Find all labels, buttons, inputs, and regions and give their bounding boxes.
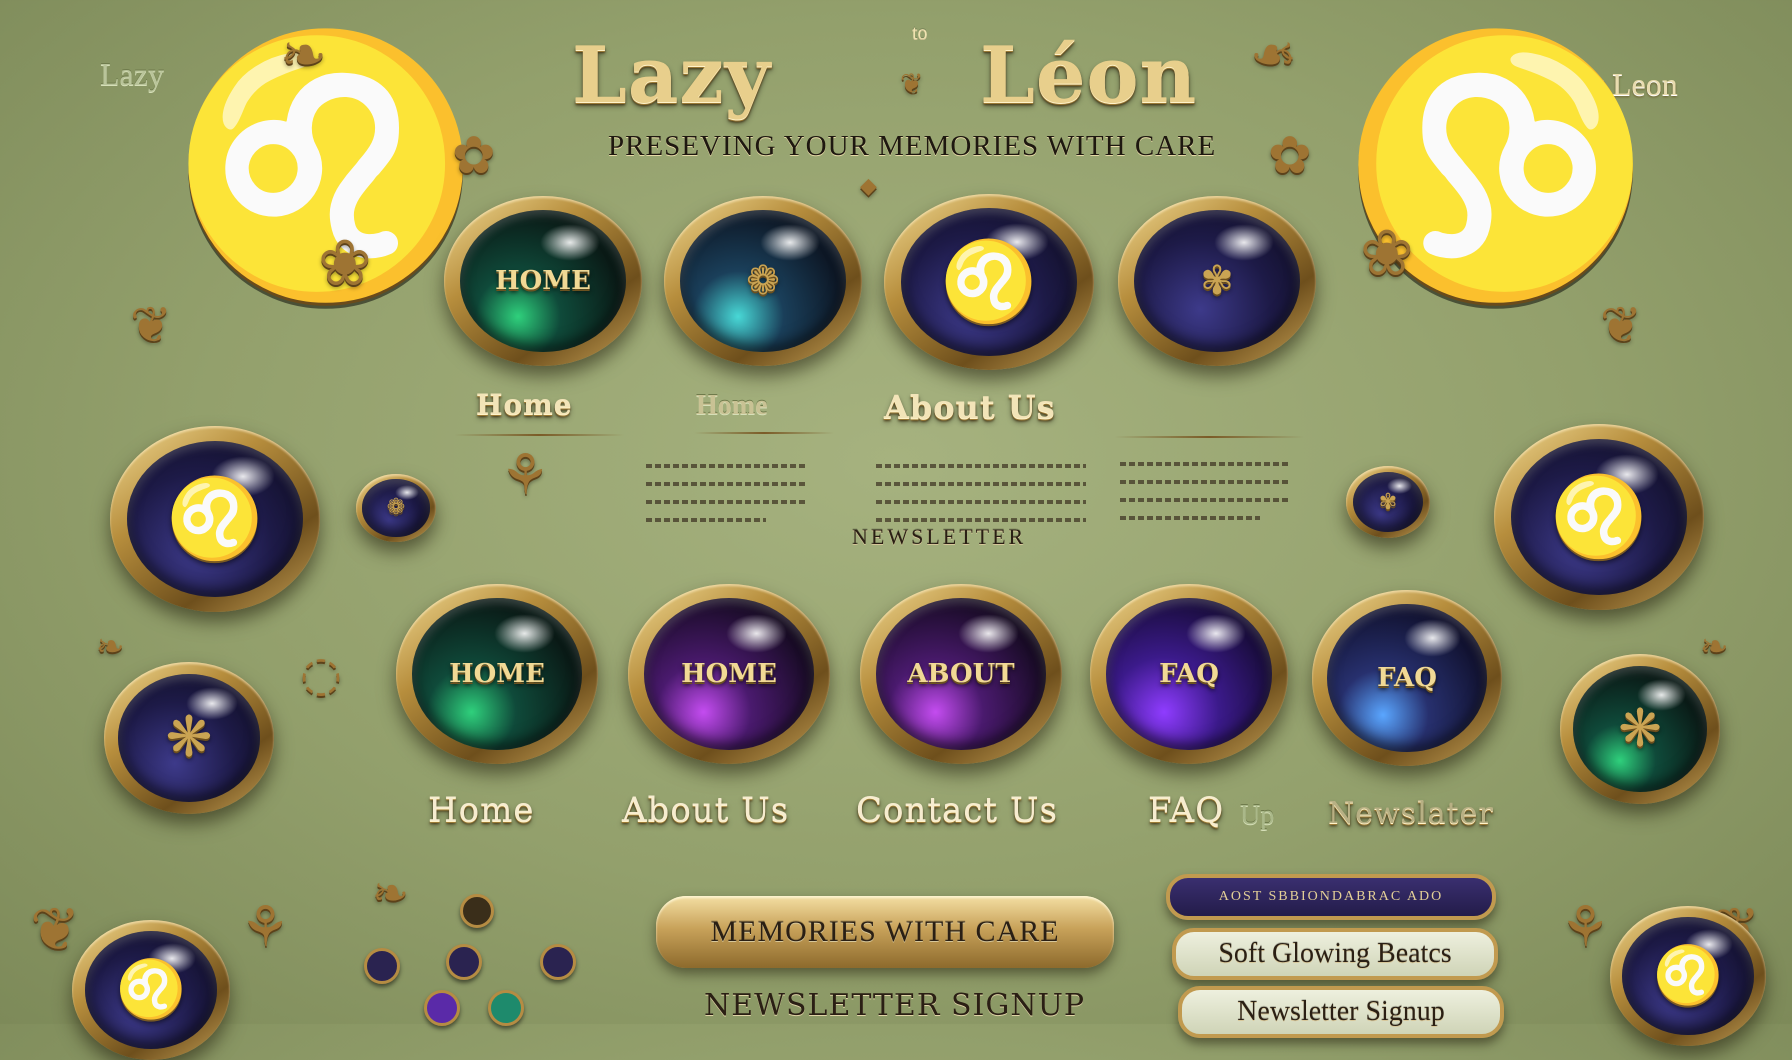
bottom-nav-contact[interactable]: Contact Us xyxy=(856,790,1058,830)
newsletter-signup-plaque-text: Newsletter Signup xyxy=(1237,996,1445,1027)
nav-orb-faq-bottom[interactable]: FAQ xyxy=(1090,584,1288,764)
site-title-left: Lazy xyxy=(572,30,771,121)
lion-medallion-bottom-right[interactable]: ♌ xyxy=(1610,906,1766,1046)
top-nav-home-1[interactable]: Home xyxy=(476,388,573,421)
flourish-left-top-icon: ❧ xyxy=(280,23,327,88)
nav-orb-4-top[interactable]: ✾ xyxy=(1118,196,1316,366)
emblem-icon: ✾ xyxy=(1378,489,1398,515)
lion-medallion-right[interactable]: ♌ xyxy=(1494,424,1704,610)
soft-glowing-plaque-text: Soft Glowing Beatcs xyxy=(1218,938,1452,969)
lion-medallion-bottom-left[interactable]: ♌ xyxy=(72,920,230,1060)
text-block-3 xyxy=(1120,454,1290,534)
flower-left-icon: ✿ xyxy=(452,126,496,186)
flourish-plant-right-icon: ⚘ xyxy=(1560,895,1611,960)
dark-info-plaque[interactable]: Aost Sbbiondabrac Ado xyxy=(1166,874,1496,920)
gem-dot-1 xyxy=(364,948,400,984)
flourish-small-left-icon: ❧ xyxy=(96,627,125,667)
flower-left-low-icon: ❀ xyxy=(318,227,372,301)
emblem-medallion-right[interactable]: ❋ xyxy=(1560,654,1720,804)
nav-orb-faq-bottom-label: FAQ xyxy=(1159,659,1219,689)
emblem-icon: ❋ xyxy=(1618,699,1662,759)
lion-face-icon: ♌ xyxy=(940,236,1038,327)
flower-right-low-icon: ❀ xyxy=(1360,217,1414,291)
flower-right-icon: ✿ xyxy=(1268,126,1312,186)
bottom-nav-newsletter[interactable]: Newslater xyxy=(1328,796,1494,831)
emblem-medallion-left[interactable]: ❋ xyxy=(104,662,274,814)
flourish-right-top-icon: ❧ xyxy=(1250,23,1297,88)
corner-logo-left: Lazy xyxy=(100,56,164,92)
lion-medallion-left[interactable]: ♌ xyxy=(110,426,320,612)
emblem-icon: ❁ xyxy=(746,257,780,304)
memories-plaque-text: Memories with Care xyxy=(710,915,1060,948)
gem-dot-5 xyxy=(424,990,460,1026)
divider-1 xyxy=(454,434,624,436)
emblem-icon: ✾ xyxy=(1200,257,1234,304)
nav-orb-home-bottom-label: HOME xyxy=(449,659,545,689)
gem-dot-2 xyxy=(446,944,482,980)
text-block-1 xyxy=(646,456,806,536)
title-ornament-icon: ❦ xyxy=(900,67,924,100)
bottom-nav-about[interactable]: About Us xyxy=(622,790,789,830)
small-badge-right[interactable]: ✾ xyxy=(1346,466,1430,538)
lion-face-icon: ♌ xyxy=(116,957,186,1022)
newsletter-signup-left[interactable]: Newsletter Signup xyxy=(704,988,1085,1023)
gem-dot-4 xyxy=(460,894,494,928)
top-nav-about[interactable]: About Us xyxy=(884,388,1056,426)
memories-plaque[interactable]: Memories with Care xyxy=(656,896,1114,968)
bottom-nav-home[interactable]: Home xyxy=(428,790,534,830)
nav-orb-home-bottom[interactable]: HOME xyxy=(396,584,598,764)
nav-orb-about-bottom-label: ABOUT xyxy=(907,659,1015,689)
flourish-small-right-icon: ❧ xyxy=(1700,627,1729,667)
emblem-icon: ❋ xyxy=(165,705,213,771)
site-tagline: Preseving your memories with care xyxy=(608,130,1217,162)
small-badge-left[interactable]: ❁ xyxy=(356,474,436,542)
top-nav-home-2[interactable]: Home xyxy=(696,390,768,422)
flourish-bottom-left-icon: ❦ xyxy=(30,895,81,965)
nav-orb-about-bottom[interactable]: ABOUT xyxy=(860,584,1062,764)
bottom-nav-faq-suffix: Up xyxy=(1240,800,1275,831)
divider-2 xyxy=(694,432,834,434)
nav-orb-home-top[interactable]: HOME xyxy=(444,196,642,366)
scroll-flourish-icon: ❧ xyxy=(372,868,409,919)
soft-glowing-plaque[interactable]: Soft Glowing Beatcs xyxy=(1172,928,1498,980)
nav-orb-home2-bottom[interactable]: HOME xyxy=(628,584,830,764)
divider-ornament-top-icon: ◆ xyxy=(860,174,877,199)
flourish-plant-left-icon: ⚘ xyxy=(240,895,291,960)
bottom-nav-faq[interactable]: FAQ xyxy=(1148,790,1224,830)
newsletter-signup-plaque[interactable]: Newsletter Signup xyxy=(1178,986,1504,1038)
emblem-icon: ❁ xyxy=(386,495,406,521)
nav-orb-home2-bottom-label: HOME xyxy=(681,659,777,689)
nav-orb-lion-top[interactable]: ♌ xyxy=(884,194,1094,370)
gem-dot-3 xyxy=(540,944,576,980)
flower-center-icon: ⚘ xyxy=(500,443,551,508)
nav-orb-home-top-label: HOME xyxy=(495,265,591,296)
flourish-left-mid-icon: ❦ xyxy=(130,296,172,354)
title-connector: to xyxy=(912,22,928,44)
nav-orb-2-top[interactable]: ❁ xyxy=(664,196,862,366)
lion-face-icon: ♌ xyxy=(1653,943,1723,1008)
nav-orb-faq2-bottom-label: FAQ xyxy=(1377,662,1437,693)
newsletter-heading: Newsletter xyxy=(852,524,1027,549)
ring-ornament-icon: ◌ xyxy=(300,646,342,702)
gem-dot-6 xyxy=(488,990,524,1026)
lion-face-icon: ♌ xyxy=(166,473,264,564)
lion-face-icon: ♌ xyxy=(1550,471,1648,562)
nav-orb-faq2-bottom[interactable]: FAQ xyxy=(1312,590,1502,766)
site-title-right: Léon xyxy=(980,30,1198,121)
flourish-right-mid-icon: ❦ xyxy=(1600,296,1642,354)
dark-info-plaque-text: Aost Sbbiondabrac Ado xyxy=(1218,889,1444,904)
divider-3 xyxy=(1114,436,1304,438)
